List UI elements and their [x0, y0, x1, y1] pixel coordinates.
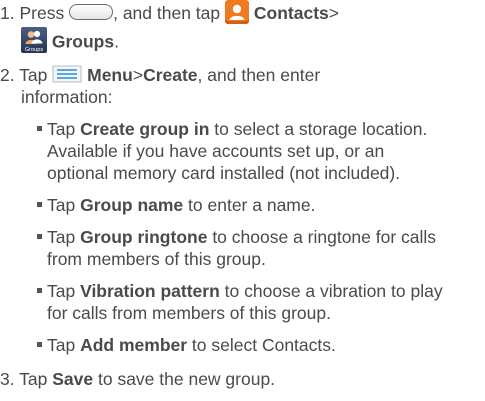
bullet-5-line-1: to select Contacts. — [187, 335, 336, 355]
create-label: Create — [143, 65, 198, 85]
step-1-line-1: 1. Press , and then tap Contacts> — [0, 0, 339, 26]
bullet-marker — [37, 341, 42, 347]
bullet-3-line-2: from members of this group. — [47, 249, 266, 269]
menu-label: Menu — [87, 65, 133, 85]
step-1-line-2: Groups Groups. — [21, 27, 119, 56]
menu-key-icon — [52, 65, 82, 83]
step-1-then-tap-text: , and then tap — [113, 3, 221, 23]
step-1-number: 1. — [0, 3, 15, 23]
step-2-number: 2. — [0, 65, 15, 85]
add-member-label: Add member — [80, 335, 188, 355]
bullet-1-line-2: Available if you have accounts set up, o… — [47, 141, 385, 161]
step-1-press-text: Press — [19, 3, 65, 23]
bullet-marker — [37, 287, 42, 293]
bullet-create-group-in: Tap Create group in to select a storage … — [37, 118, 427, 140]
vibration-pattern-label: Vibration pattern — [80, 281, 220, 301]
bullet-1-line-1: to select a storage location. — [209, 119, 428, 139]
step-2-line-2: information: — [21, 87, 113, 107]
breadcrumb-separator: > — [328, 3, 339, 23]
bullet-1-line-3: optional memory card installed (not incl… — [47, 163, 401, 183]
group-ringtone-label: Group ringtone — [80, 227, 208, 247]
bullet-group-name: Tap Group name to enter a name. — [37, 194, 315, 216]
home-key-icon — [69, 4, 114, 21]
bullet-marker — [37, 233, 42, 239]
step-3-number: 3. — [0, 369, 15, 389]
bullet-tap-text: Tap — [47, 195, 76, 215]
step-2-rest-line-1: , and then enter — [197, 65, 321, 85]
step-1-period: . — [114, 31, 119, 52]
groups-icon: Groups — [21, 27, 47, 53]
bullet-tap-text: Tap — [47, 119, 76, 139]
step-2-separator: > — [132, 65, 144, 85]
bullet-marker — [37, 201, 42, 207]
contacts-label: Contacts — [253, 3, 329, 23]
bullet-group-ringtone: Tap Group ringtone to choose a ringtone … — [37, 226, 436, 248]
groups-label: Groups — [51, 31, 115, 52]
step-3-tap-text: Tap — [19, 369, 48, 389]
step-3-line: 3. Tap Save to save the new group. — [0, 368, 275, 390]
bullet-tap-text: Tap — [47, 227, 76, 247]
instruction-document: 1. Press , and then tap Contacts> Groups… — [0, 0, 485, 401]
bullet-4-line-2: for calls from members of this group. — [47, 303, 331, 323]
save-label: Save — [52, 369, 94, 389]
bullet-marker — [37, 125, 42, 131]
step-2-line-1: 2. Tap Menu>Create, and then enter — [0, 64, 320, 86]
create-group-in-label: Create group in — [80, 119, 210, 139]
step-3-rest: to save the new group. — [93, 369, 276, 389]
bullet-3-line-1: to choose a ringtone for calls — [207, 227, 437, 247]
bullet-vibration-pattern: Tap Vibration pattern to choose a vibrat… — [37, 280, 443, 302]
bullet-2-line-1: to enter a name. — [183, 195, 316, 215]
bullet-tap-text: Tap — [47, 335, 76, 355]
group-name-label: Group name — [80, 195, 184, 215]
bullet-tap-text: Tap — [47, 281, 76, 301]
contacts-icon — [225, 0, 250, 25]
bullet-add-member: Tap Add member to select Contacts. — [37, 334, 336, 356]
groups-icon-caption: Groups — [25, 47, 44, 53]
bullet-4-line-1: to choose a vibration to play — [219, 281, 443, 301]
step-2-tap-text: Tap — [19, 65, 48, 85]
